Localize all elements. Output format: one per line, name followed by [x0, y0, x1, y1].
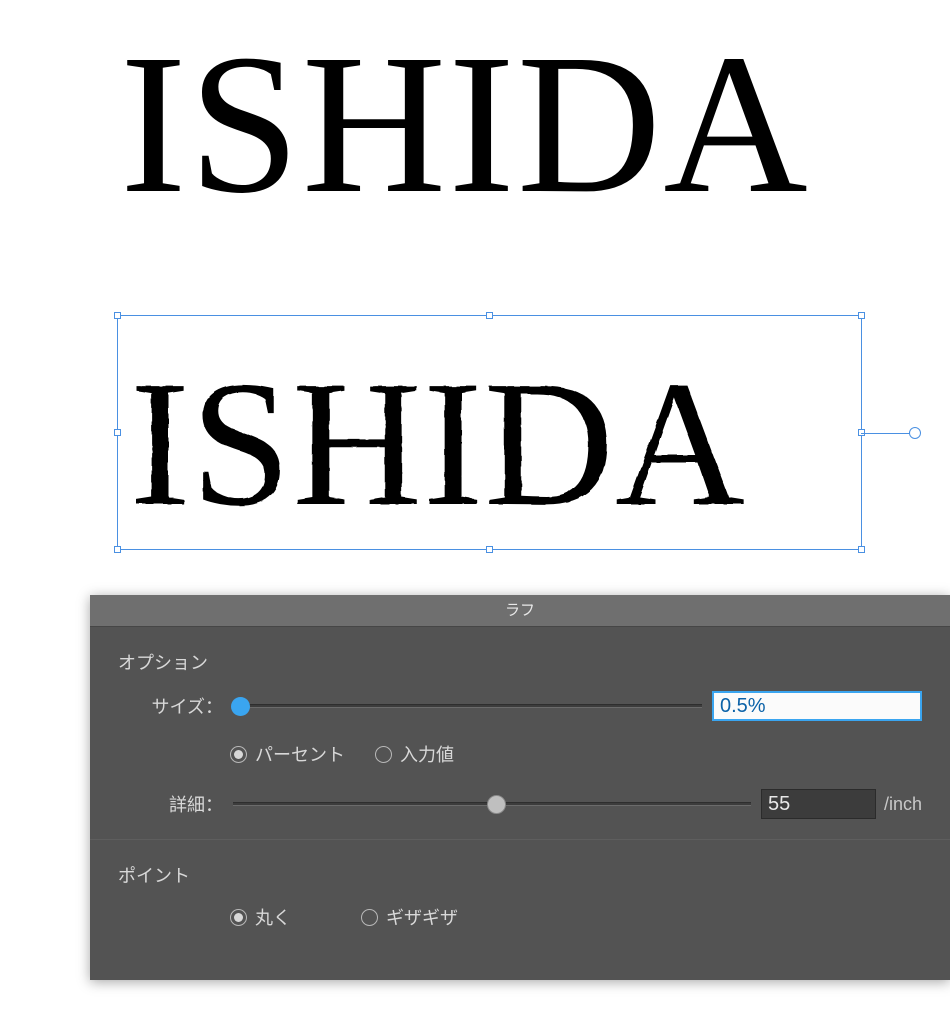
points-corner-label: ギザギザ: [386, 904, 458, 930]
canvas-area: ISHIDA ISHIDA: [0, 0, 950, 590]
resize-handle-top-left[interactable]: [114, 312, 121, 319]
detail-label: 詳細：: [118, 791, 223, 817]
size-unit-absolute-radio[interactable]: 入力値: [375, 741, 454, 767]
options-section-label: オプション: [118, 649, 922, 675]
size-slider-thumb[interactable]: [231, 697, 250, 716]
rotation-handle[interactable]: [909, 427, 921, 439]
divider: [90, 839, 950, 840]
resize-handle-top-right[interactable]: [858, 312, 865, 319]
size-input[interactable]: [712, 691, 922, 721]
detail-input[interactable]: [761, 789, 876, 819]
points-smooth-label: 丸く: [255, 904, 291, 930]
resize-handle-top-mid[interactable]: [486, 312, 493, 319]
size-unit-radio-group: パーセント 入力値: [230, 741, 922, 767]
detail-slider[interactable]: [233, 802, 751, 806]
size-slider[interactable]: [233, 704, 702, 708]
radio-icon: [375, 746, 392, 763]
radio-icon: [361, 909, 378, 926]
detail-slider-thumb[interactable]: [487, 795, 506, 814]
resize-handle-mid-left[interactable]: [114, 429, 121, 436]
radio-icon: [230, 746, 247, 763]
size-unit-percent-radio[interactable]: パーセント: [230, 741, 345, 767]
size-unit-absolute-label: 入力値: [400, 741, 454, 767]
points-smooth-radio[interactable]: 丸く: [230, 904, 291, 930]
points-radio-group: 丸く ギザギザ: [230, 904, 922, 930]
resize-handle-bottom-left[interactable]: [114, 546, 121, 553]
points-section-label: ポイント: [118, 862, 922, 888]
dialog-title[interactable]: ラフ: [90, 595, 950, 627]
size-label: サイズ：: [118, 693, 223, 719]
text-roughened[interactable]: ISHIDA: [130, 340, 746, 547]
text-original: ISHIDA: [120, 10, 810, 239]
radio-icon: [230, 909, 247, 926]
detail-unit-label: /inch: [884, 794, 922, 815]
resize-handle-bottom-mid[interactable]: [486, 546, 493, 553]
resize-handle-bottom-right[interactable]: [858, 546, 865, 553]
roughen-dialog: ラフ オプション サイズ： パーセント 入力値 詳細：: [90, 595, 950, 980]
size-row: サイズ：: [118, 691, 922, 721]
size-unit-percent-label: パーセント: [255, 741, 345, 767]
rotation-line: [861, 433, 911, 434]
detail-row: 詳細： /inch: [118, 789, 922, 819]
points-corner-radio[interactable]: ギザギザ: [361, 904, 458, 930]
